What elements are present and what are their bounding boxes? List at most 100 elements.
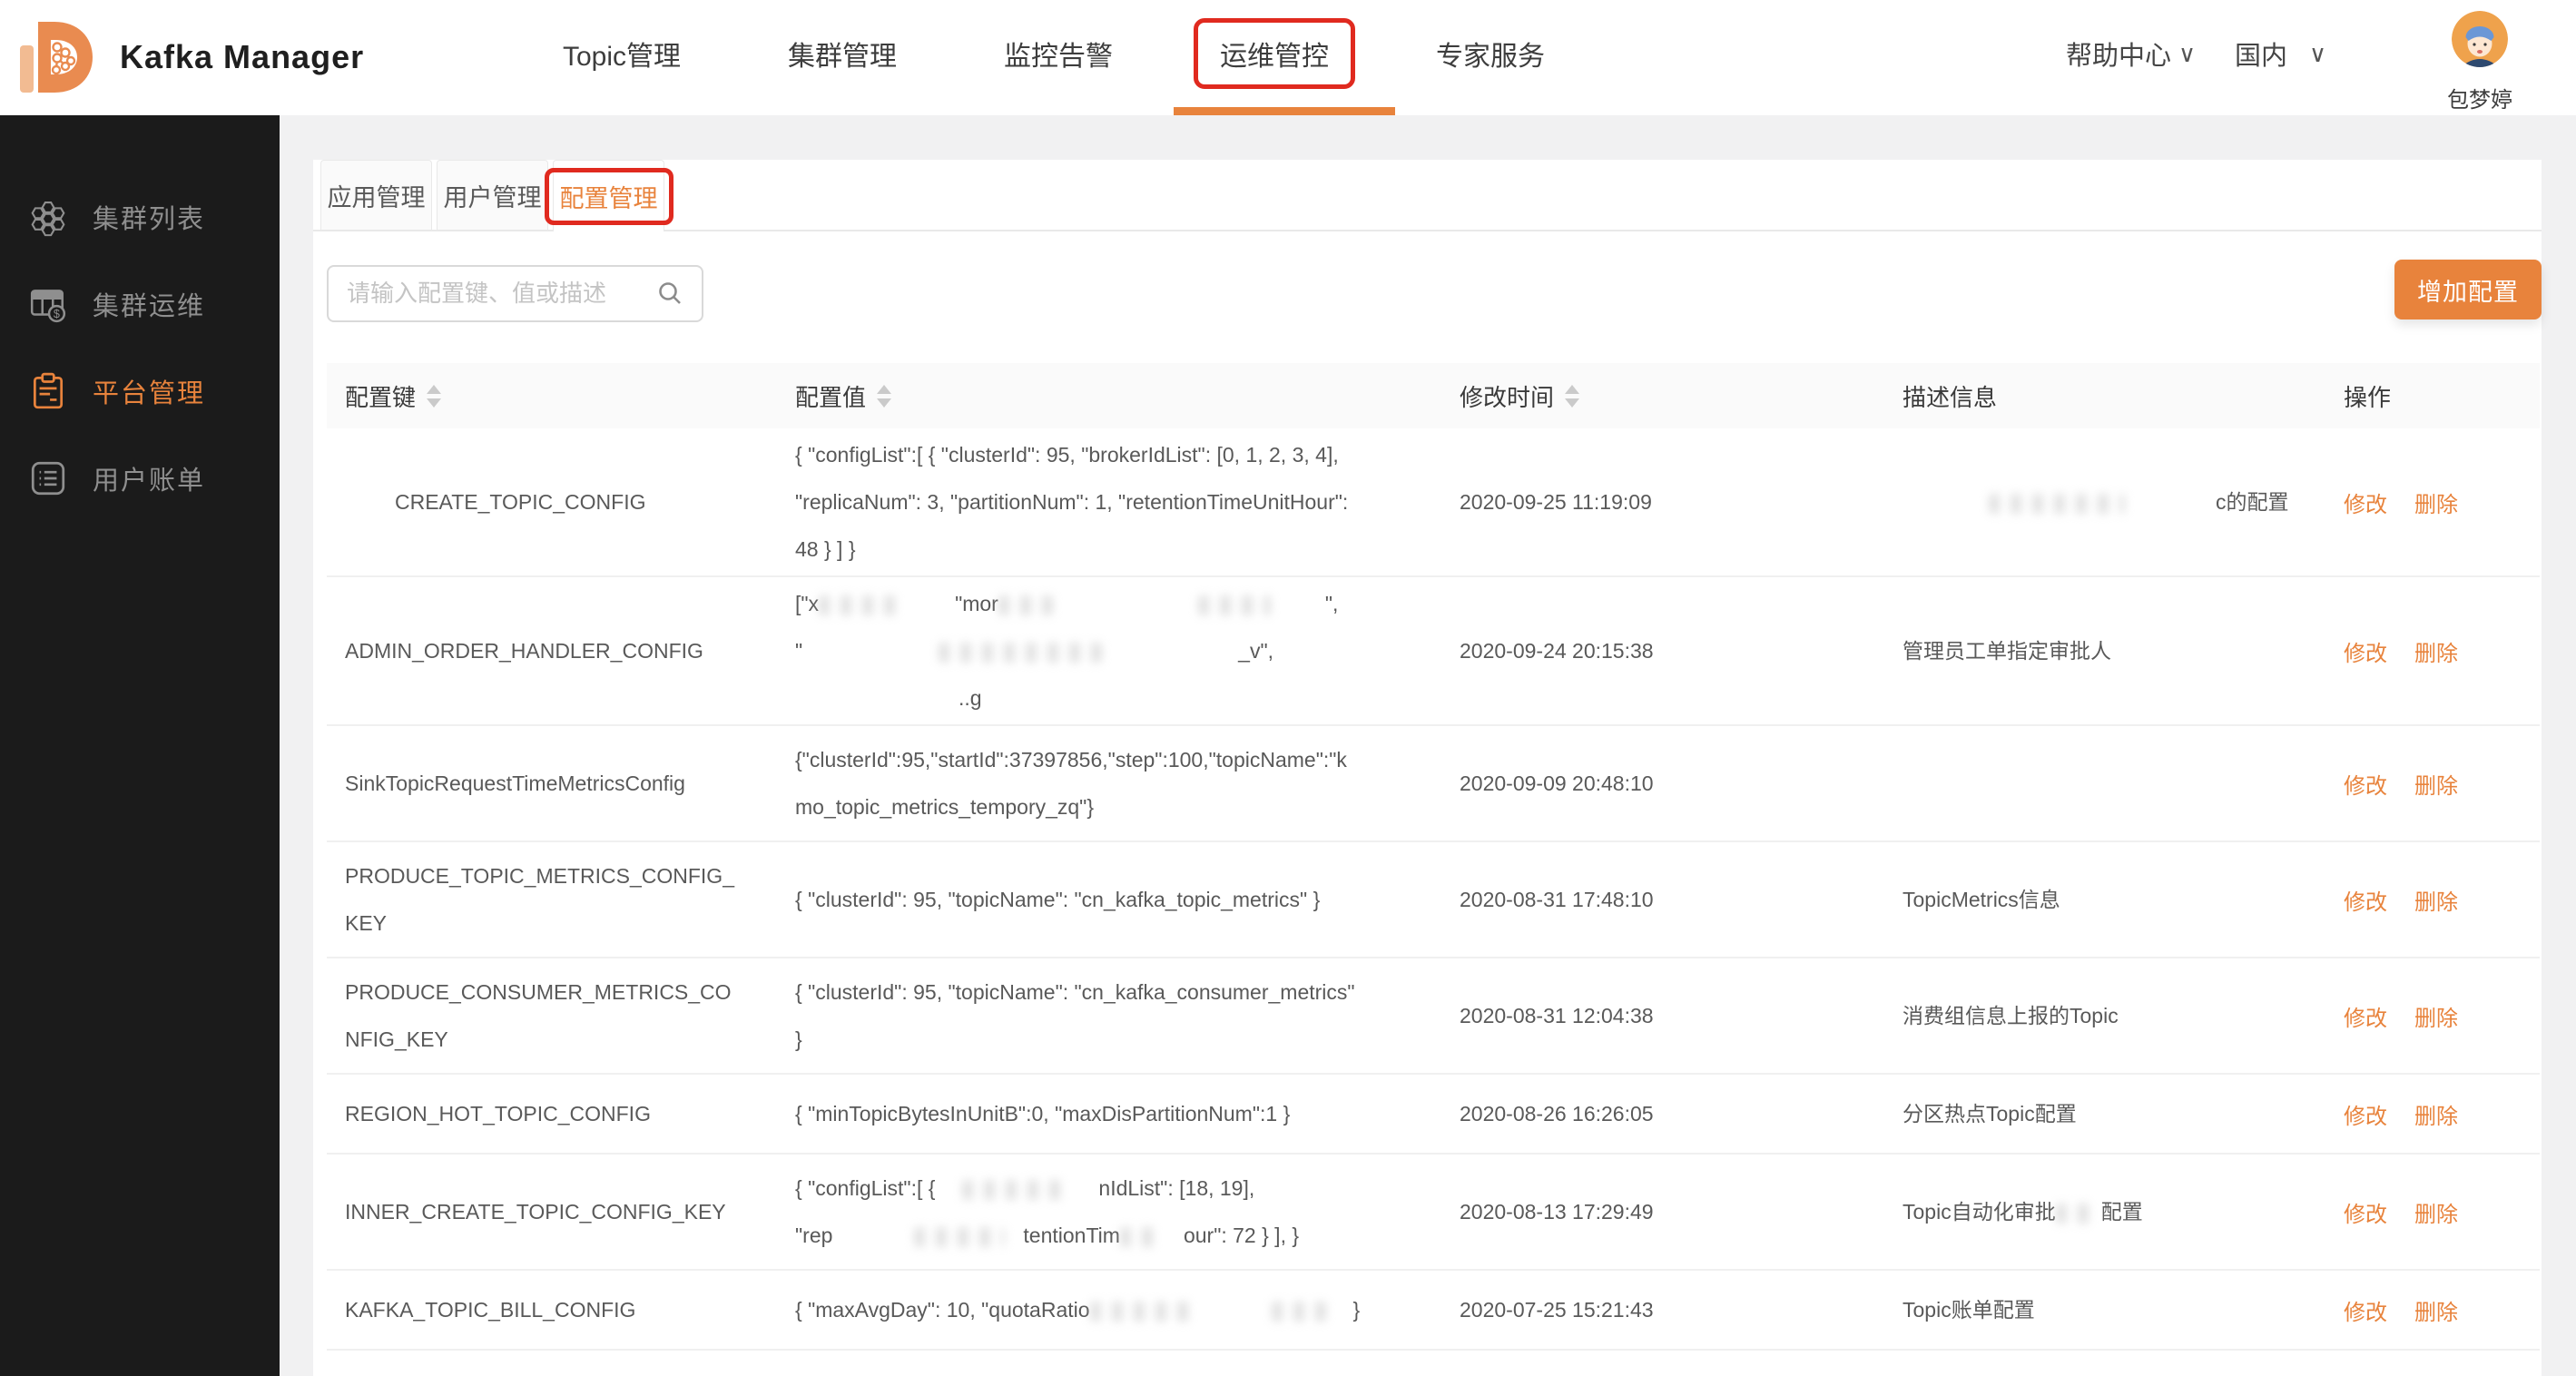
delete-link[interactable]: 删除 — [2414, 1203, 2458, 1227]
config-value-cell: { "clusterId": 95, "topicName": "cn_kafk… — [795, 980, 1355, 1051]
redacted-gap — [795, 703, 959, 705]
nav-item[interactable]: 集群管理 — [788, 34, 897, 74]
edit-link[interactable]: 修改 — [2344, 890, 2387, 915]
content-area: 应用管理用户管理配置管理 增加配置 配置键 配置值 修改时间 描述信息 操作 CREAT… — [280, 115, 2576, 1376]
edit-link[interactable]: 修改 — [2344, 1301, 2387, 1325]
description-cell: Topic账单配置 — [1903, 1298, 2035, 1322]
delete-link[interactable]: 删除 — [2414, 642, 2458, 666]
delete-link[interactable]: 删除 — [2414, 890, 2458, 915]
avatar[interactable] — [2452, 11, 2508, 67]
tab-label: 应用管理 — [327, 183, 426, 211]
nav-item[interactable]: 专家服务 — [1436, 34, 1545, 74]
tab-配置管理[interactable]: 配置管理 — [544, 160, 673, 231]
redacted-gap — [1053, 609, 1198, 611]
avatar-illustration — [2452, 11, 2508, 67]
redacted-gap — [900, 609, 955, 611]
config-value-cell: { "configList":[ { "clusterId": 95, "bro… — [795, 443, 1349, 561]
nav-item-active[interactable]: 运维管控 — [1194, 18, 1356, 89]
chevron-down-icon: ∨ — [2178, 39, 2197, 67]
redacted-gap — [832, 1241, 914, 1243]
redacted-smudge — [962, 1179, 1063, 1200]
config-table: 配置键 配置值 修改时间 描述信息 操作 CREATE_TOPIC_CONFIG{ "c… — [327, 363, 2540, 1351]
modify-time-cell: 2020-08-26 16:26:05 — [1460, 1102, 1654, 1125]
edit-link[interactable]: 修改 — [2344, 1105, 2387, 1129]
actions-cell: 修改 删除 — [2344, 768, 2540, 800]
redacted-smudge — [1089, 1301, 1199, 1322]
delete-link[interactable]: 删除 — [2414, 1105, 2458, 1129]
redacted-gap — [1005, 1241, 1023, 1243]
table-body: CREATE_TOPIC_CONFIG{ "configList":[ { "c… — [327, 428, 2540, 1351]
config-key-cell: PRODUCE_TOPIC_METRICS_CONFIG_ KEY — [345, 864, 734, 935]
config-value-cell: { "clusterId": 95, "topicName": "cn_kafk… — [795, 888, 1321, 911]
column-label: 配置值 — [795, 383, 867, 411]
config-key-cell: SinkTopicRequestTimeMetricsConfig — [345, 772, 685, 795]
modify-time-cell: 2020-08-31 12:04:38 — [1460, 1004, 1654, 1027]
sidebar-item-cluster-ops[interactable]: $ 集群运维 — [0, 260, 280, 348]
column-header-4: 描述信息 — [1903, 379, 2344, 413]
actions-cell: 修改 删除 — [2344, 1098, 2540, 1130]
redacted-gap — [1326, 1315, 1353, 1317]
table-row: PRODUCE_TOPIC_METRICS_CONFIG_ KEY { "clust… — [327, 842, 2540, 958]
tab-label: 用户管理 — [443, 183, 542, 211]
redacted-gap — [935, 1194, 962, 1195]
sort-icon[interactable] — [1565, 384, 1580, 408]
edit-link[interactable]: 修改 — [2344, 642, 2387, 666]
help-center-menu[interactable]: 帮助中心 ∨ — [2066, 0, 2196, 107]
kafka-manager-logo-icon — [20, 22, 93, 93]
column-label: 操作 — [2344, 383, 2392, 411]
nav-item[interactable]: 监控告警 — [1004, 34, 1113, 74]
help-center-label: 帮助中心 — [2066, 42, 2172, 71]
column-label: 描述信息 — [1903, 383, 1998, 411]
table-row: REGION_HOT_TOPIC_CONFIG { "minTopicBytesI… — [327, 1075, 2540, 1155]
column-header-1: 配置键 — [327, 379, 795, 413]
actions-cell: 修改 删除 — [2344, 635, 2540, 667]
actions-cell: 修改 删除 — [2344, 1000, 2540, 1032]
delete-link[interactable]: 删除 — [2414, 493, 2458, 517]
clipboard-icon — [27, 370, 69, 412]
brand: Kafka Manager — [18, 18, 364, 96]
modify-time-cell: 2020-08-31 17:48:10 — [1460, 888, 1654, 911]
search-input[interactable] — [329, 279, 654, 309]
redacted-gap — [1156, 1241, 1184, 1243]
region-label: 国内 — [2235, 42, 2288, 71]
table-row: KAFKA_TOPIC_BILL_CONFIG { "maxAvgDay": 10… — [327, 1271, 2540, 1351]
redacted-gap — [1199, 1315, 1272, 1317]
table-row: PRODUCE_CONSUMER_METRICS_CO NFIG_KEY { "cl… — [327, 958, 2540, 1075]
edit-link[interactable]: 修改 — [2344, 493, 2387, 517]
sidebar-item-label: 集群运维 — [93, 292, 206, 321]
nav-item[interactable]: Topic管理 — [563, 34, 681, 74]
edit-link[interactable]: 修改 — [2344, 1007, 2387, 1031]
table-row: INNER_CREATE_TOPIC_CONFIG_KEY { "configLi… — [327, 1155, 2540, 1271]
redacted-gap — [1271, 609, 1325, 611]
table-row: SinkTopicRequestTimeMetricsConfig {"clust… — [327, 726, 2540, 842]
sort-icon[interactable] — [427, 384, 442, 408]
search-icon[interactable] — [654, 279, 685, 310]
sidebar-item-platform-admin[interactable]: 平台管理 — [0, 348, 280, 435]
edit-link[interactable]: 修改 — [2344, 1203, 2387, 1227]
region-menu[interactable]: 国内 ∨ — [2235, 0, 2326, 107]
column-header-3: 修改时间 — [1460, 379, 1903, 413]
sort-icon[interactable] — [877, 384, 892, 408]
add-config-button[interactable]: 增加配置 — [2394, 260, 2542, 319]
redacted-smudge — [819, 595, 901, 615]
sidebar-item-cluster-list[interactable]: 集群列表 — [0, 173, 280, 260]
sidebar-item-user-billing[interactable]: 用户账单 — [0, 435, 280, 522]
tab-用户管理[interactable]: 用户管理 — [437, 160, 548, 231]
tab-应用管理[interactable]: 应用管理 — [320, 160, 432, 231]
config-value-cell: { "minTopicBytesInUnitB":0, "maxDisParti… — [795, 1102, 1291, 1125]
delete-link[interactable]: 删除 — [2414, 1301, 2458, 1325]
delete-link[interactable]: 删除 — [2414, 1007, 2458, 1031]
redacted-smudge — [1271, 1301, 1326, 1322]
redacted-smudge — [1197, 595, 1271, 615]
redacted-smudge — [939, 642, 1103, 663]
description-cell: 消费组信息上报的Topic — [1903, 1004, 2119, 1027]
redacted-gap — [2092, 1217, 2101, 1219]
hexagon-cluster-icon — [27, 196, 69, 238]
delete-link[interactable]: 删除 — [2414, 774, 2458, 799]
redacted-gap — [2125, 507, 2216, 509]
modify-time-cell: 2020-08-13 17:29:49 — [1460, 1200, 1654, 1224]
redacted-gap — [1903, 507, 1989, 509]
edit-link[interactable]: 修改 — [2344, 774, 2387, 799]
config-value-cell: { "maxAvgDay": 10, "quotaRatio} — [795, 1298, 1361, 1322]
description-cell: c的配置 — [1903, 478, 2344, 526]
